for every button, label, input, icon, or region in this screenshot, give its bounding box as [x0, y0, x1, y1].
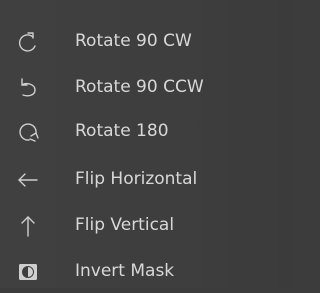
- menu-item-label: Flip Horizontal: [75, 169, 198, 189]
- rotate-cw-icon: [16, 30, 40, 54]
- menu-item-label: Rotate 90 CCW: [75, 77, 204, 97]
- menu-item-invert-mask[interactable]: Invert Mask: [0, 249, 292, 293]
- context-menu: Rotate 90 CW Rotate 90 CCW Rotate 180 Fl…: [0, 0, 292, 288]
- menu-item-rotate-90-ccw[interactable]: Rotate 90 CCW: [0, 65, 292, 109]
- menu-item-rotate-90-cw[interactable]: Rotate 90 CW: [0, 19, 292, 63]
- menu-item-label: Flip Vertical: [75, 215, 175, 235]
- menu-item-label: Invert Mask: [75, 261, 175, 281]
- menu-item-flip-horizontal[interactable]: Flip Horizontal: [0, 157, 292, 201]
- arrow-left-icon: [16, 168, 40, 192]
- rotate-180-icon: [16, 120, 40, 144]
- rotate-ccw-icon: [16, 76, 40, 100]
- menu-item-rotate-180[interactable]: Rotate 180: [0, 109, 292, 153]
- invert-mask-icon: [16, 260, 40, 284]
- arrow-up-icon: [16, 214, 40, 238]
- menu-item-flip-vertical[interactable]: Flip Vertical: [0, 203, 292, 247]
- menu-item-label: Rotate 180: [75, 121, 169, 141]
- menu-item-label: Rotate 90 CW: [75, 31, 192, 51]
